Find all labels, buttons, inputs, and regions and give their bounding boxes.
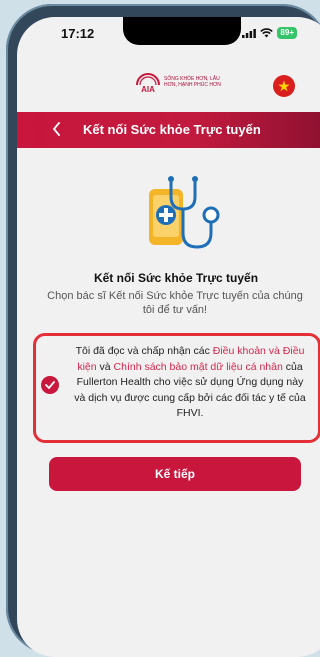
next-button[interactable]: Kế tiếp xyxy=(49,457,301,491)
chevron-left-icon xyxy=(52,122,60,136)
consent-text-part-1: Tôi đã đọc và chấp nhận các xyxy=(75,345,213,357)
consent-text: Tôi đã đọc và chấp nhận các Điều khoản v… xyxy=(73,344,307,422)
page-header: Kết nối Sức khỏe Trực tuyến xyxy=(17,112,320,148)
status-icons: 89+ xyxy=(242,27,297,39)
battery-indicator: 89+ xyxy=(277,27,297,39)
language-flag-button[interactable] xyxy=(273,75,295,97)
feature-title: Kết nối Sức khỏe Trực tuyến xyxy=(93,271,259,285)
app-screen: 17:12 89+ AIA SỐNG KHỎE HƠN, LÂU HƠN, HẠ… xyxy=(17,17,320,657)
status-bar: 17:12 89+ xyxy=(17,17,320,53)
phone-frame: 17:12 89+ AIA SỐNG KHỎE HƠN, LÂU HƠN, HẠ… xyxy=(6,4,320,657)
brand-bar: AIA SỐNG KHỎE HƠN, LÂU HƠN, HẠNH PHÚC HƠ… xyxy=(17,71,320,105)
cellular-signal-icon xyxy=(242,28,257,38)
back-button[interactable] xyxy=(51,118,63,145)
stethoscope-phone-icon xyxy=(149,176,220,249)
aia-logo-icon: AIA xyxy=(136,73,160,93)
consent-text-part-2: và xyxy=(96,360,114,373)
logo-wordmark: AIA xyxy=(141,85,155,93)
wifi-icon xyxy=(260,28,274,38)
status-time: 17:12 xyxy=(61,26,95,41)
brand-tagline: SỐNG KHỎE HƠN, LÂU HƠN, HẠNH PHÚC HƠN xyxy=(164,76,221,88)
vietnam-flag-icon xyxy=(278,80,290,92)
consent-checkbox[interactable] xyxy=(41,376,59,394)
page-title: Kết nối Sức khỏe Trực tuyến xyxy=(83,122,261,137)
aia-logo: AIA SỐNG KHỎE HƠN, LÂU HƠN, HẠNH PHÚC HƠ… xyxy=(135,71,224,93)
feature-subtitle: Chọn bác sĩ Kết nối Sức khỏe Trực tuyến … xyxy=(47,290,303,316)
check-icon xyxy=(45,381,55,389)
privacy-policy-link[interactable]: Chính sách bảo mật dữ liệu cá nhân xyxy=(114,361,283,373)
camera-notch xyxy=(123,17,241,45)
